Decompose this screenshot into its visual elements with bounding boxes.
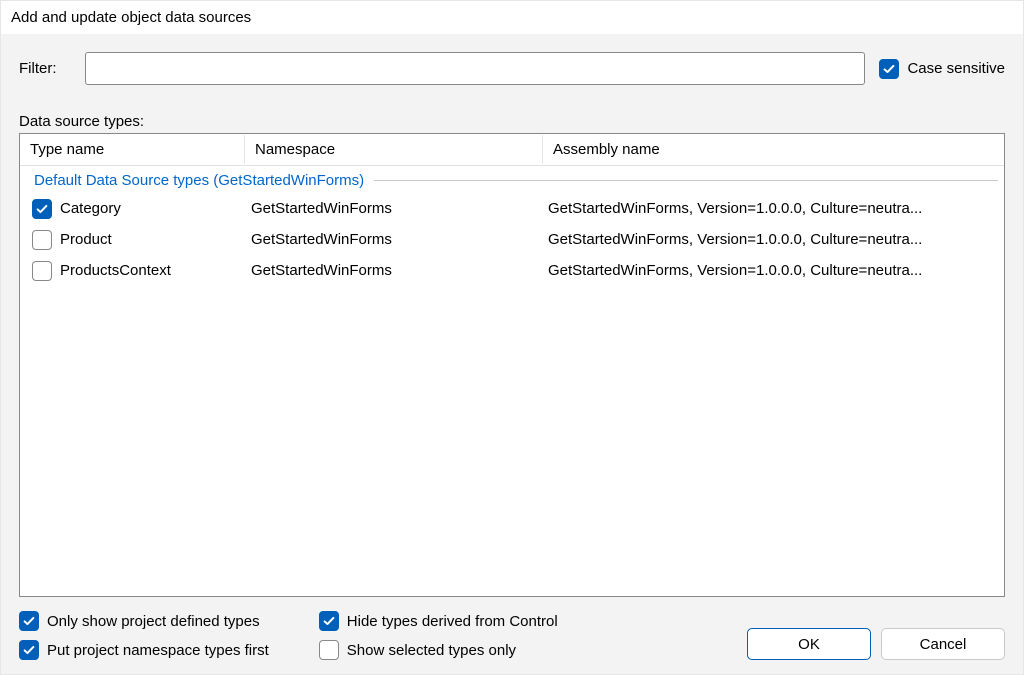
- checkmark-icon: [319, 611, 339, 631]
- types-list: Type name Namespace Assembly name Defaul…: [19, 133, 1005, 597]
- row-type-name: ProductsContext: [56, 262, 251, 279]
- column-header-assembly[interactable]: Assembly name: [543, 135, 1004, 164]
- only-project-types-label: Only show project defined types: [47, 613, 260, 630]
- list-body: Default Data Source types (GetStartedWin…: [20, 166, 1004, 596]
- filter-input[interactable]: [85, 52, 865, 85]
- row-assembly: GetStartedWinForms, Version=1.0.0.0, Cul…: [548, 262, 998, 279]
- case-sensitive-label: Case sensitive: [907, 60, 1005, 77]
- row-namespace: GetStartedWinForms: [251, 200, 548, 217]
- checkmark-icon: [19, 640, 39, 660]
- hide-derived-control-label: Hide types derived from Control: [347, 613, 558, 630]
- row-checkbox[interactable]: [32, 261, 52, 281]
- hide-derived-control-checkbox[interactable]: Hide types derived from Control: [319, 611, 558, 631]
- case-sensitive-checkbox[interactable]: Case sensitive: [879, 59, 1005, 79]
- dialog-buttons: OK Cancel: [747, 628, 1005, 660]
- dialog-root: Add and update object data sources Filte…: [0, 0, 1024, 675]
- list-row[interactable]: ProductsContext GetStartedWinForms GetSt…: [26, 255, 998, 286]
- cancel-button-label: Cancel: [920, 636, 967, 653]
- group-header[interactable]: Default Data Source types (GetStartedWin…: [26, 170, 998, 191]
- filter-label: Filter:: [19, 60, 71, 77]
- column-header-type[interactable]: Type name: [20, 135, 245, 164]
- row-namespace: GetStartedWinForms: [251, 262, 548, 279]
- options-column-mid: Hide types derived from Control Show sel…: [319, 611, 558, 660]
- list-row[interactable]: Product GetStartedWinForms GetStartedWin…: [26, 224, 998, 255]
- ok-button-label: OK: [798, 636, 820, 653]
- show-selected-only-label: Show selected types only: [347, 642, 516, 659]
- group-divider-line: [374, 180, 998, 181]
- content-area: Filter: Case sensitive Data source types…: [1, 34, 1023, 674]
- checkmark-icon: [879, 59, 899, 79]
- dialog-title: Add and update object data sources: [11, 9, 251, 26]
- data-source-types-label: Data source types:: [19, 113, 1005, 130]
- options-column-left: Only show project defined types Put proj…: [19, 611, 269, 660]
- group-title: Default Data Source types (GetStartedWin…: [34, 172, 364, 189]
- list-row[interactable]: Category GetStartedWinForms GetStartedWi…: [26, 193, 998, 224]
- column-header-namespace[interactable]: Namespace: [245, 135, 543, 164]
- filter-row: Filter: Case sensitive: [19, 52, 1005, 85]
- title-bar: Add and update object data sources: [1, 1, 1023, 34]
- checkbox-empty-icon: [319, 640, 339, 660]
- row-checkbox[interactable]: [32, 199, 52, 219]
- cancel-button[interactable]: Cancel: [881, 628, 1005, 660]
- put-namespace-first-label: Put project namespace types first: [47, 642, 269, 659]
- only-project-types-checkbox[interactable]: Only show project defined types: [19, 611, 269, 631]
- row-type-name: Category: [56, 200, 251, 217]
- checkmark-icon: [19, 611, 39, 631]
- bottom-options: Only show project defined types Put proj…: [19, 611, 1005, 660]
- row-assembly: GetStartedWinForms, Version=1.0.0.0, Cul…: [548, 200, 998, 217]
- row-assembly: GetStartedWinForms, Version=1.0.0.0, Cul…: [548, 231, 998, 248]
- row-checkbox[interactable]: [32, 230, 52, 250]
- list-header: Type name Namespace Assembly name: [20, 134, 1004, 166]
- put-namespace-first-checkbox[interactable]: Put project namespace types first: [19, 640, 269, 660]
- row-type-name: Product: [56, 231, 251, 248]
- show-selected-only-checkbox[interactable]: Show selected types only: [319, 640, 558, 660]
- row-namespace: GetStartedWinForms: [251, 231, 548, 248]
- ok-button[interactable]: OK: [747, 628, 871, 660]
